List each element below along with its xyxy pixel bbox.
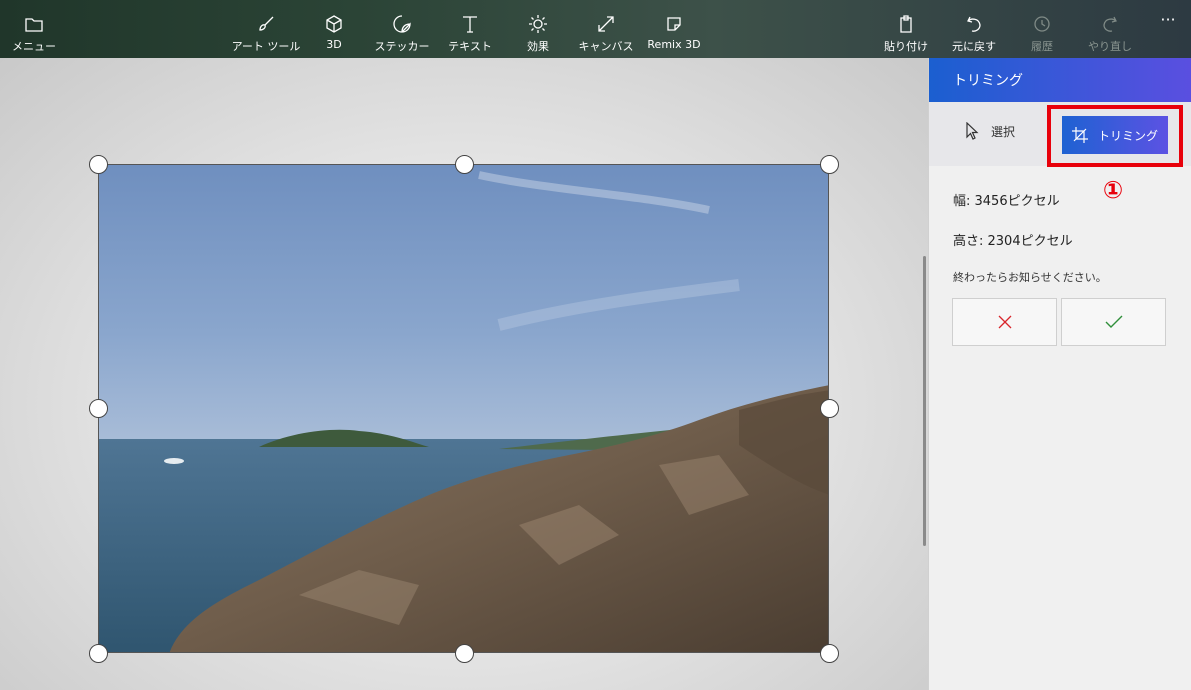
select-mode-label: 選択 [991, 124, 1016, 139]
resize-icon [597, 13, 615, 35]
remix3d-button[interactable]: Remix 3D [646, 0, 702, 58]
stickers-button[interactable]: ステッカー [374, 0, 430, 58]
effects-label: 効果 [527, 40, 549, 53]
redo-label: やり直し [1088, 40, 1132, 53]
paste-button[interactable]: 貼り付け [884, 0, 928, 58]
crop-handle-bottom[interactable] [454, 643, 474, 663]
undo-label: 元に戻す [952, 40, 996, 53]
cancel-button[interactable] [952, 298, 1057, 346]
menu-button[interactable]: メニュー [12, 0, 56, 58]
canvas-button[interactable]: キャンバス [578, 0, 634, 58]
crop-panel: トリミング 選択 トリミング ① 幅: 3456ピクセル 高さ: 2304ピクセ… [928, 58, 1191, 690]
close-icon [998, 315, 1011, 329]
cursor-icon [966, 122, 979, 140]
text-label: テキスト [448, 40, 492, 53]
effects-button[interactable]: 効果 [520, 0, 556, 58]
menu-label: メニュー [12, 40, 56, 53]
crop-handle-bottom-right[interactable] [819, 643, 839, 663]
annotation-number: ① [1102, 176, 1124, 204]
remix-icon [665, 13, 683, 35]
undo-button[interactable]: 元に戻す [950, 0, 998, 58]
annotation-highlight-box [1047, 105, 1183, 167]
more-icon: ··· [1160, 9, 1176, 29]
crop-handle-top-left[interactable] [88, 154, 108, 174]
select-mode-button[interactable]: 選択 [965, 122, 1015, 140]
width-info: 幅: 3456ピクセル [953, 194, 1060, 209]
3d-button[interactable]: 3D [318, 0, 350, 58]
paste-label: 貼り付け [884, 40, 928, 53]
crop-handle-right[interactable] [819, 398, 839, 418]
history-label: 履歴 [1031, 40, 1053, 53]
instruction-text: 終わったらお知らせください。 [953, 271, 1107, 284]
canvas-label: キャンバス [578, 40, 634, 53]
panel-title: トリミング [929, 58, 1191, 102]
3d-label: 3D [326, 38, 342, 51]
photo-image[interactable] [98, 164, 829, 653]
crop-mode-row: 選択 トリミング [929, 102, 1191, 167]
height-info: 高さ: 2304ピクセル [953, 234, 1073, 249]
art-tools-button[interactable]: アート ツール [232, 0, 300, 58]
redo-icon [1101, 13, 1119, 35]
undo-icon [965, 13, 983, 35]
sticker-icon [393, 13, 411, 35]
clipboard-icon [897, 13, 915, 35]
sun-icon [529, 13, 547, 35]
more-button[interactable]: ··· [1156, 0, 1180, 58]
folder-icon [25, 13, 43, 35]
canvas-area[interactable] [0, 58, 928, 690]
remix3d-label: Remix 3D [647, 38, 701, 51]
crop-handle-top[interactable] [454, 154, 474, 174]
crop-handle-bottom-left[interactable] [88, 643, 108, 663]
brush-icon [257, 13, 275, 35]
text-button[interactable]: テキスト [448, 0, 492, 58]
confirm-button[interactable] [1061, 298, 1166, 346]
art-tools-label: アート ツール [231, 40, 301, 53]
vertical-scrollbar[interactable] [923, 256, 926, 546]
checkmark-icon [1105, 315, 1122, 328]
text-icon [461, 13, 479, 35]
cube-icon [325, 13, 343, 35]
history-icon [1033, 13, 1051, 35]
top-toolbar: メニュー アート ツール 3D ステッカー テキスト 効果 キャンバス Remi… [0, 0, 1191, 58]
crop-handle-top-right[interactable] [819, 154, 839, 174]
stickers-label: ステッカー [374, 40, 430, 53]
history-button[interactable]: 履歴 [1028, 0, 1056, 58]
redo-button[interactable]: やり直し [1088, 0, 1132, 58]
crop-handle-left[interactable] [88, 398, 108, 418]
